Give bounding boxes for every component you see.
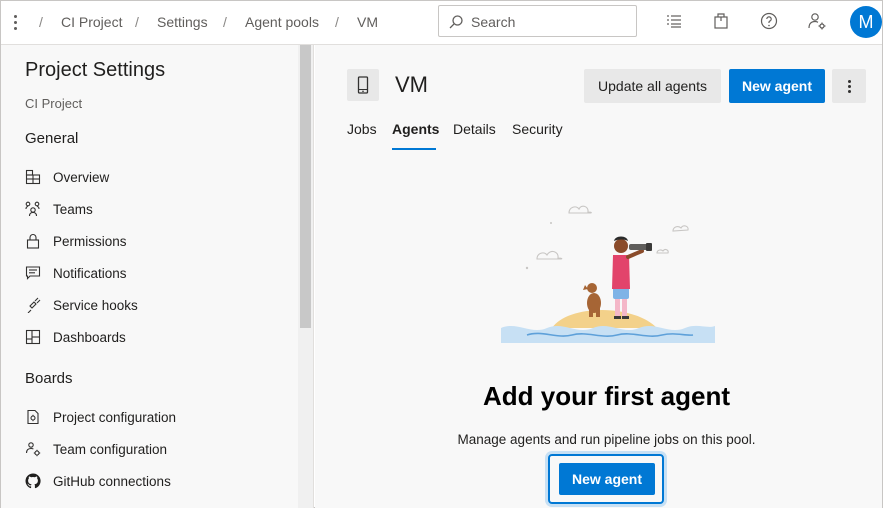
sidebar-item-service-hooks[interactable]: Service hooks <box>25 295 285 315</box>
dashboards-icon <box>25 329 41 345</box>
breadcrumb-item-settings[interactable]: Settings <box>157 14 208 30</box>
sidebar-item-github-connections[interactable]: GitHub connections <box>25 471 285 491</box>
sidebar-item-label: Team configuration <box>53 442 168 457</box>
list-icon[interactable] <box>664 11 684 31</box>
lock-icon <box>26 234 40 249</box>
search-placeholder: Search <box>471 14 516 30</box>
breadcrumb-item-vm[interactable]: VM <box>357 14 378 30</box>
overview-icon <box>25 169 41 185</box>
sidebar: Project Settings CI Project General Over… <box>1 45 314 508</box>
more-vertical-icon[interactable] <box>9 13 21 33</box>
sidebar-scrollbar-thumb[interactable] <box>300 45 311 328</box>
page-title: VM <box>395 72 428 97</box>
service-hooks-icon <box>27 297 41 313</box>
empty-state-new-agent-button[interactable]: New agent <box>559 463 655 495</box>
breadcrumb-separator: / <box>223 14 227 30</box>
user-settings-icon[interactable] <box>807 11 827 31</box>
tab-agents[interactable]: Agents <box>392 121 439 137</box>
github-icon <box>25 473 41 489</box>
sidebar-item-label: Teams <box>53 202 93 217</box>
new-agent-button[interactable]: New agent <box>729 69 825 103</box>
sidebar-item-permissions[interactable]: Permissions <box>25 231 285 251</box>
agent-pool-icon-box <box>347 69 379 101</box>
sidebar-item-label: GitHub connections <box>53 474 171 489</box>
sidebar-item-overview[interactable]: Overview <box>25 167 285 187</box>
more-actions-button[interactable] <box>832 69 866 103</box>
sidebar-item-label: Overview <box>53 170 110 185</box>
team-config-icon <box>25 442 41 457</box>
shopping-bag-icon[interactable] <box>711 11 731 31</box>
empty-state-description: Manage agents and run pipeline jobs on t… <box>457 432 756 447</box>
sidebar-section-boards: Boards <box>25 370 73 387</box>
breadcrumb-item-agent-pools[interactable]: Agent pools <box>245 14 319 30</box>
tab-security[interactable]: Security <box>512 121 563 137</box>
breadcrumb-item-project[interactable]: CI Project <box>61 14 122 30</box>
sidebar-item-notifications[interactable]: Notifications <box>25 263 285 283</box>
breadcrumb-separator: / <box>39 14 43 30</box>
update-all-agents-button[interactable]: Update all agents <box>584 69 721 103</box>
more-vertical-icon <box>832 79 866 93</box>
sidebar-item-label: Notifications <box>53 266 127 281</box>
sidebar-item-label: Permissions <box>53 234 127 249</box>
sidebar-item-dashboards[interactable]: Dashboards <box>25 327 285 347</box>
teams-icon <box>25 201 40 217</box>
sidebar-item-team-configuration[interactable]: Team configuration <box>25 439 285 459</box>
sidebar-item-project-configuration[interactable]: Project configuration <box>25 407 285 427</box>
avatar[interactable]: M <box>850 6 882 38</box>
search-box[interactable]: Search <box>438 5 637 37</box>
empty-state-illustration <box>501 205 715 343</box>
tab-details[interactable]: Details <box>453 121 496 137</box>
sidebar-title: Project Settings <box>25 59 166 81</box>
sidebar-section-general: General <box>25 130 79 147</box>
main-content: VM Update all agents New agent Jobs Agen… <box>315 45 882 508</box>
sidebar-item-teams[interactable]: Teams <box>25 199 285 219</box>
empty-state-title: Add your first agent <box>482 381 730 411</box>
tab-jobs[interactable]: Jobs <box>347 121 377 137</box>
device-icon <box>357 76 369 94</box>
tab-selected-indicator <box>392 148 436 150</box>
search-icon <box>449 15 463 29</box>
help-icon[interactable] <box>759 11 779 31</box>
notifications-icon <box>25 266 41 280</box>
sidebar-item-label: Dashboards <box>53 330 126 345</box>
breadcrumb-separator: / <box>335 14 339 30</box>
project-config-icon <box>27 409 39 425</box>
breadcrumb-separator: / <box>135 14 139 30</box>
sidebar-subtitle: CI Project <box>25 96 83 111</box>
top-bar: / CI Project / Settings / Agent pools / … <box>1 1 882 45</box>
sidebar-item-label: Service hooks <box>53 298 138 313</box>
sidebar-item-label: Project configuration <box>53 410 177 425</box>
